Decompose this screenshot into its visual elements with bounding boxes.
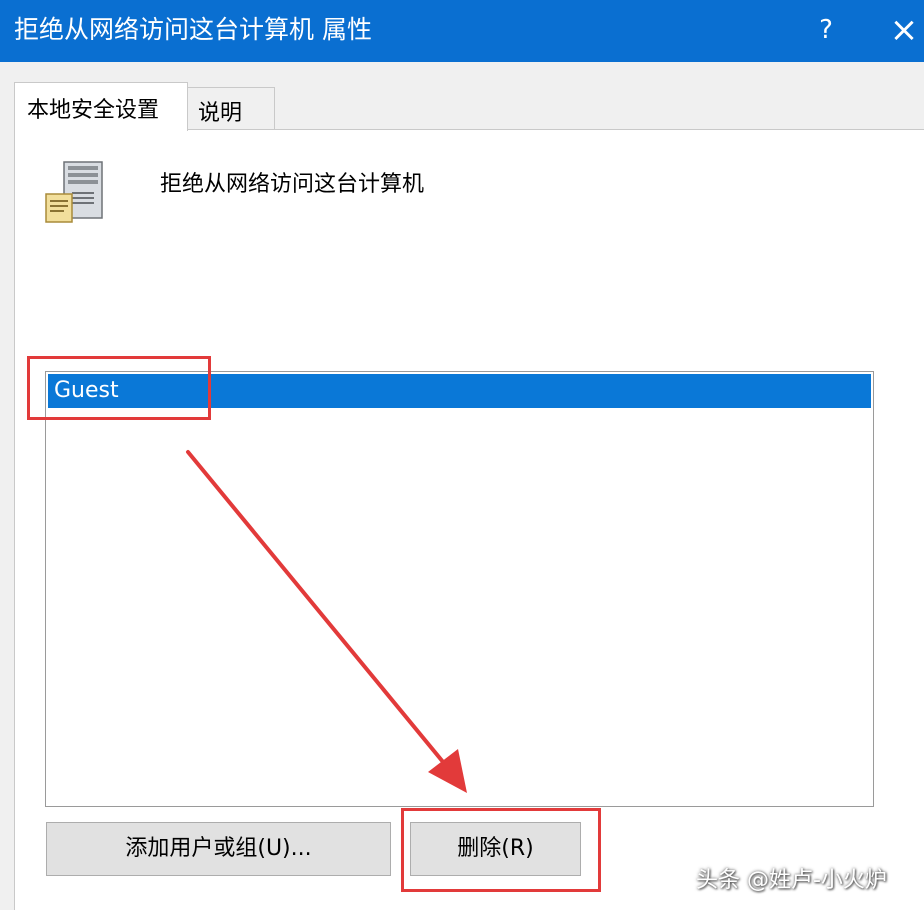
server-computer-icon (42, 160, 108, 226)
add-user-or-group-button[interactable]: 添加用户或组(U)... (46, 822, 391, 876)
user-list[interactable]: Guest (45, 371, 874, 807)
help-button[interactable]: ? (806, 10, 846, 50)
tab-local-security-setting[interactable]: 本地安全设置 (14, 82, 188, 131)
tab-explain[interactable]: 说明 (187, 87, 275, 130)
watermark: 头条 @姓卢-小火炉 (696, 868, 887, 893)
close-button[interactable]: × (884, 6, 924, 54)
highlight-remove-button (401, 808, 601, 892)
window-title: 拒绝从网络访问这台计算机 属性 (14, 15, 372, 44)
highlight-guest (27, 356, 211, 420)
title-bar: 拒绝从网络访问这台计算机 属性 ? × (0, 0, 924, 62)
tab-strip: 本地安全设置 说明 (0, 62, 924, 131)
policy-name: 拒绝从网络访问这台计算机 (160, 172, 425, 197)
